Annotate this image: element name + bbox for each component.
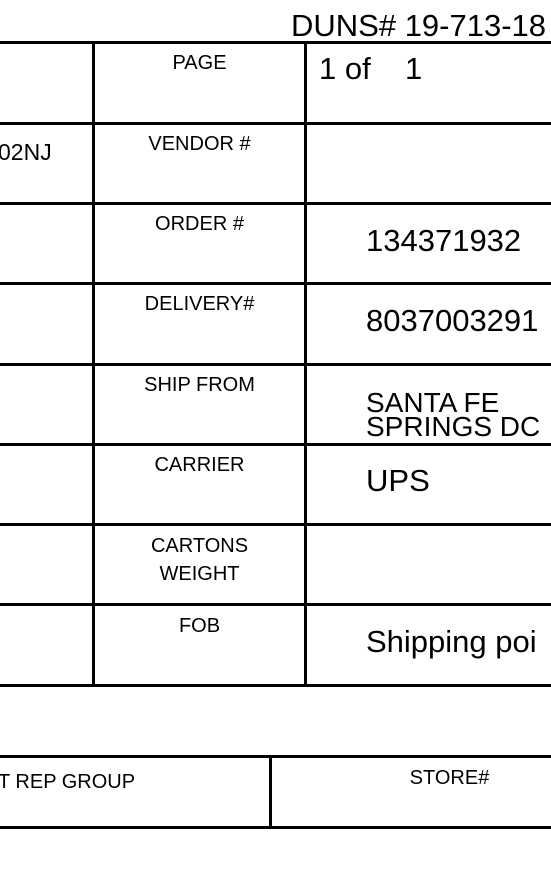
order-label: ORDER # bbox=[155, 213, 244, 235]
grid-line-1 bbox=[0, 122, 551, 125]
ship-from-label: SHIP FROM bbox=[144, 374, 255, 396]
rep-group-label: T REP GROUP bbox=[0, 771, 136, 793]
grid-line-5 bbox=[0, 443, 551, 446]
grid-line-4 bbox=[0, 363, 551, 366]
duns-number: DUNS# 19-713-18 bbox=[291, 8, 547, 43]
grid-divider-right bbox=[304, 41, 307, 687]
grid-line-6 bbox=[0, 523, 551, 526]
weight-label: WEIGHT bbox=[159, 563, 240, 585]
page-current: 1 of bbox=[319, 51, 371, 86]
grid-line-7 bbox=[0, 603, 551, 606]
grid-line-2 bbox=[0, 202, 551, 205]
vendor-label: VENDOR # bbox=[148, 133, 251, 155]
fob-label: FOB bbox=[178, 615, 221, 637]
order-value: 134371932 bbox=[366, 223, 522, 258]
page-total: 1 bbox=[405, 51, 423, 86]
delivery-label: DELIVERY# bbox=[144, 293, 255, 315]
grid-line-3 bbox=[0, 282, 551, 285]
carrier-label: CARRIER bbox=[154, 454, 245, 476]
ship-from-line2: SPRINGS DC bbox=[366, 411, 541, 442]
grid-line-bottom bbox=[0, 684, 551, 687]
cartons-label: CARTONS bbox=[150, 535, 249, 557]
page-label: PAGE bbox=[172, 52, 227, 74]
bottom-grid-top bbox=[0, 755, 551, 758]
address-fragment: 02NJ bbox=[0, 139, 52, 165]
fob-value: Shipping poi bbox=[366, 624, 537, 659]
bottom-grid-bottom bbox=[0, 826, 551, 829]
grid-line-top bbox=[0, 41, 551, 44]
store-label: STORE# bbox=[409, 767, 490, 789]
carrier-value: UPS bbox=[366, 463, 430, 498]
delivery-value: 8037003291 bbox=[366, 303, 539, 338]
